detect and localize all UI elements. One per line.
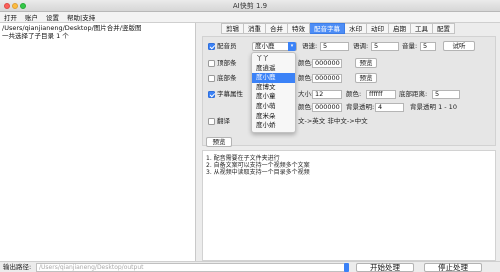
tab-animation[interactable]: 动印 [367, 23, 389, 34]
subtitle-size-label: 大小: [298, 90, 314, 98]
output-path-label: 输出路径: [3, 263, 32, 271]
menu-bar: 打开 账户 设置 帮助|支持 [0, 12, 500, 23]
voice-option-duxiaolu[interactable]: 度小鹿 [252, 73, 295, 83]
bottom-bar-color-label: 颜色: [298, 74, 314, 82]
voice-dropdown-menu: 丫丫 度逍遥 度小鹿 度博文 度小童 度小萌 度米朵 度小娇 [251, 52, 296, 133]
voice-option-duxiaojiao[interactable]: 度小娇 [252, 121, 295, 131]
subtitle-checkbox[interactable] [208, 91, 215, 98]
voice-option-yaya[interactable]: 丫丫 [252, 54, 295, 64]
stop-processing-button[interactable]: 停止处理 [424, 263, 482, 272]
tab-watermark[interactable]: 水印 [345, 23, 367, 34]
voice-select-value: 度小鹿 [255, 42, 275, 50]
note-line: 1. 配音需要在子文件夹进行 [206, 155, 280, 162]
bottom-bar-color-input[interactable]: 000000 [312, 74, 342, 83]
top-bar-label: 顶部条 [217, 59, 237, 67]
tab-post[interactable]: 启期 [389, 23, 411, 34]
translate-checkbox[interactable] [208, 118, 215, 125]
bottom-bar-checkbox[interactable] [208, 75, 215, 82]
voice-option-duxiaotong[interactable]: 度小童 [252, 92, 295, 102]
scrollbar-handle[interactable] [344, 263, 349, 272]
subtitle-margin-label: 底部距离: [399, 90, 428, 98]
subtitle-margin-input[interactable]: 5 [432, 90, 460, 99]
speed-label: 语速: [302, 42, 318, 50]
tab-dedupe[interactable]: 消重 [244, 23, 266, 34]
subtitle-bg-color-label: 颜色: [298, 103, 314, 111]
translate-label: 翻译 [217, 117, 230, 125]
tab-bar: 剪辑 消重 合并 特效 配音字幕 水印 动印 启期 工具 配置 [221, 23, 455, 34]
bottom-bar-label: 底部条 [217, 74, 237, 82]
subtitle-color-input[interactable]: ffffff [366, 90, 396, 99]
menu-open[interactable]: 打开 [4, 12, 17, 22]
voice-option-duxiaoyao[interactable]: 度逍遥 [252, 64, 295, 74]
voice-option-dumiduo[interactable]: 度米朵 [252, 112, 295, 122]
tone-label: 语调: [353, 42, 369, 50]
notes-panel: 1. 配音需要在子文件夹进行 2. 自备文案可以支持一个视频多个文案 3. 从视… [202, 150, 496, 261]
voice-option-duxiaomeng[interactable]: 度小萌 [252, 102, 295, 112]
tab-effects[interactable]: 特效 [288, 23, 310, 34]
selected-path: /Users/qianjianeng/Desktop/图片合并/竖版图 [2, 24, 142, 32]
tab-tools[interactable]: 工具 [411, 23, 433, 34]
output-path-input[interactable]: /Users/qianjianeng/Desktop/output [36, 263, 346, 272]
top-bar-color-label: 颜色: [298, 59, 314, 67]
speed-input[interactable]: 5 [320, 42, 349, 51]
start-processing-button[interactable]: 开始处理 [356, 263, 414, 272]
tone-input[interactable]: 5 [371, 42, 399, 51]
top-bar-preview-button[interactable]: 预览 [355, 58, 377, 68]
listen-button[interactable]: 试听 [443, 41, 475, 51]
dubbing-checkbox[interactable] [208, 43, 215, 50]
subtitle-color-label: 颜色: [346, 90, 362, 98]
top-bar-color-input[interactable]: 000000 [312, 59, 342, 68]
menu-help[interactable]: 帮助|支持 [67, 12, 95, 22]
note-line: 3. 从视频中读取支持一个目录多个视频 [206, 169, 310, 176]
top-bar-checkbox[interactable] [208, 60, 215, 67]
volume-input[interactable]: 5 [420, 42, 436, 51]
subtitle-preview-button[interactable]: 预览 [206, 137, 232, 147]
tab-edit[interactable]: 剪辑 [221, 23, 244, 34]
volume-label: 音量: [402, 42, 418, 50]
subtitle-label: 字幕属性 [217, 90, 243, 98]
window-title: AI快剪 1.9 [232, 2, 268, 10]
tab-merge[interactable]: 合并 [266, 23, 288, 34]
bottom-bar-preview-button[interactable]: 预览 [355, 73, 377, 83]
chevron-down-icon: ▾ [288, 42, 296, 51]
menu-account[interactable]: 账户 [25, 12, 38, 22]
voice-select[interactable]: 度小鹿 ▾ [252, 42, 297, 51]
subtitle-bg-opacity-label: 背景透明: [346, 103, 375, 111]
voice-option-dubowen[interactable]: 度博文 [252, 83, 295, 93]
dubbing-label: 配音员 [217, 42, 237, 50]
selected-count: 一共选择了子目录 1 个 [2, 32, 69, 40]
title-bar: AI快剪 1.9 [0, 0, 500, 12]
subtitle-bg-opacity-input[interactable]: 4 [375, 103, 404, 112]
tab-config[interactable]: 配置 [433, 23, 455, 34]
note-line: 2. 自备文案可以支持一个视频多个文案 [206, 162, 310, 169]
translate-hint: 文->英文 非中文->中文 [298, 117, 368, 125]
tab-dubbing-subtitles[interactable]: 配音字幕 [310, 23, 345, 34]
subtitle-bg-color-input[interactable]: 000000 [312, 103, 342, 112]
menu-settings[interactable]: 设置 [46, 12, 59, 22]
subtitle-bg-opacity-hint: 背景透明 1 - 10 [410, 103, 457, 111]
subtitle-size-input[interactable]: 12 [312, 90, 342, 99]
file-list-panel[interactable]: /Users/qianjianeng/Desktop/图片合并/竖版图 一共选择… [0, 23, 196, 261]
